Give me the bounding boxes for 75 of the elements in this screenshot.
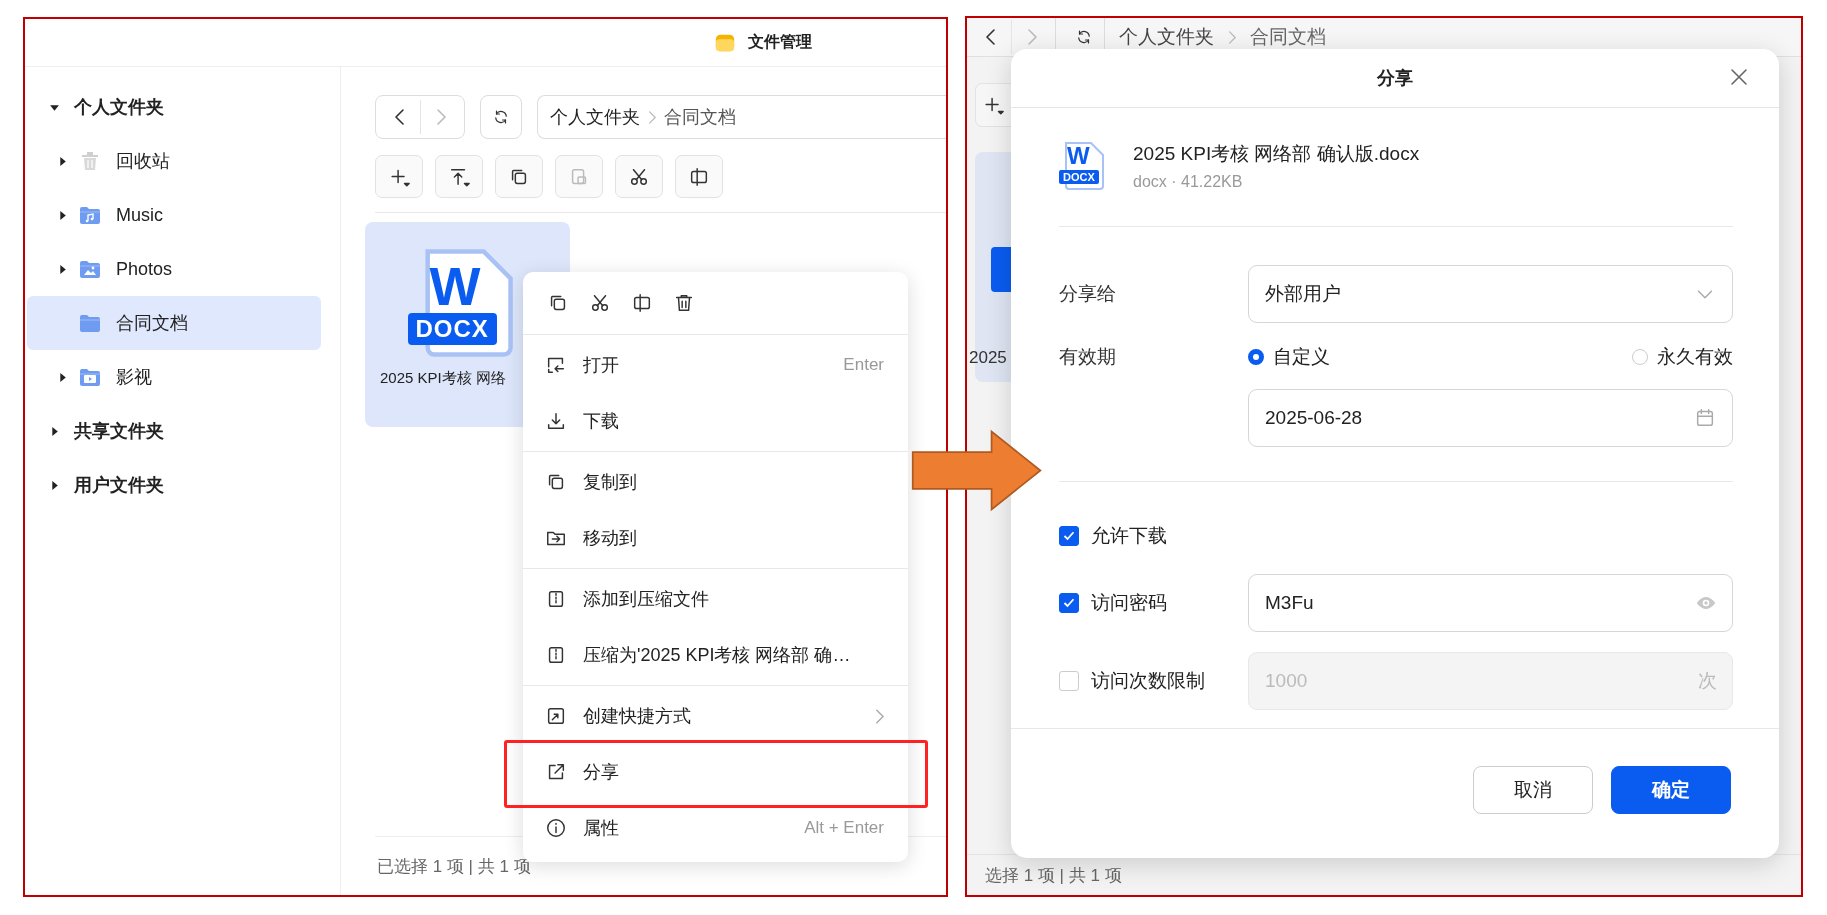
password-field[interactable]: M3Fu bbox=[1248, 574, 1733, 632]
file-meta: docx · 41.22KB bbox=[1133, 173, 1244, 191]
menu-item[interactable]: 添加到压缩文件 bbox=[523, 571, 908, 627]
dialog-title: 分享 bbox=[1377, 67, 1413, 90]
radio-option[interactable]: 永久有效 bbox=[1632, 344, 1733, 370]
menu-item[interactable]: 属性 Alt + Enter bbox=[523, 800, 908, 856]
breadcrumb-item[interactable]: 个人文件夹 bbox=[550, 105, 640, 129]
sidebar-item[interactable]: Photos bbox=[27, 242, 321, 296]
upload-button[interactable] bbox=[435, 155, 483, 198]
checkbox-label: 访问密码 bbox=[1091, 591, 1167, 615]
menu-item[interactable]: 移动到 bbox=[523, 510, 908, 566]
expand-caret-icon[interactable] bbox=[49, 479, 60, 491]
file-type-letter: W bbox=[1067, 144, 1090, 168]
cut-button[interactable] bbox=[615, 155, 663, 198]
copy-button[interactable] bbox=[495, 155, 543, 198]
file-type-letter: W bbox=[429, 259, 481, 313]
sidebar-group[interactable]: 用户文件夹 bbox=[27, 458, 321, 512]
sidebar-group[interactable]: 个人文件夹 bbox=[27, 80, 321, 134]
shortcut-icon bbox=[545, 705, 567, 727]
confirm-button[interactable]: 确定 bbox=[1611, 766, 1731, 814]
move-icon bbox=[688, 165, 710, 188]
sidebar-item[interactable]: 影视 bbox=[27, 350, 321, 404]
refresh-icon bbox=[1075, 28, 1093, 46]
file-name: 2025 KPI考核 网络 bbox=[379, 369, 506, 388]
expand-caret-icon[interactable] bbox=[57, 155, 68, 167]
expand-caret-icon[interactable] bbox=[49, 425, 60, 437]
share-target-dropdown[interactable]: 外部用户 bbox=[1248, 265, 1733, 323]
chevron-right-icon bbox=[648, 110, 656, 124]
radio-label: 自定义 bbox=[1273, 345, 1330, 369]
menu-item[interactable]: 创建快捷方式 bbox=[523, 688, 908, 744]
sidebar-item[interactable]: 合同文档 bbox=[27, 296, 321, 350]
radio-option[interactable]: 自定义 bbox=[1248, 344, 1330, 370]
shortcut-text: Alt + Enter bbox=[804, 818, 884, 838]
sidebar-item[interactable]: 回收站 bbox=[27, 134, 321, 188]
field-label: 有效期 bbox=[1059, 345, 1117, 369]
expand-caret-icon[interactable] bbox=[57, 263, 68, 275]
status-text: 已选择 1 项 | 共 1 项 bbox=[377, 855, 531, 878]
menu-item[interactable]: 分享 bbox=[523, 744, 908, 800]
radio-label: 永久有效 bbox=[1657, 345, 1733, 369]
menu-item[interactable]: 压缩为'2025 KPI考核 网络部 确… bbox=[523, 627, 908, 683]
cancel-button[interactable]: 取消 bbox=[1473, 766, 1593, 814]
menu-item[interactable]: 复制到 bbox=[523, 454, 908, 510]
file-type-badge: DOCX bbox=[407, 313, 497, 346]
file-type-badge: DOCX bbox=[1059, 170, 1099, 185]
scissors-icon bbox=[589, 292, 611, 314]
submenu-chevron-icon bbox=[875, 708, 884, 724]
calendar-icon bbox=[1694, 407, 1716, 429]
refresh-icon bbox=[492, 108, 510, 126]
breadcrumb-item[interactable]: 个人文件夹 bbox=[1119, 24, 1214, 50]
sidebar-group[interactable]: 共享文件夹 bbox=[27, 404, 321, 458]
move-icon bbox=[631, 292, 653, 314]
checkbox[interactable] bbox=[1059, 526, 1079, 546]
unit-label: 次 bbox=[1698, 669, 1717, 693]
expand-caret-icon[interactable] bbox=[57, 371, 68, 383]
checkbox-label: 访问次数限制 bbox=[1091, 669, 1205, 693]
date-field[interactable]: 2025-06-28 bbox=[1248, 389, 1733, 447]
checkbox-label: 允许下载 bbox=[1091, 524, 1167, 548]
window-title: 文件管理 bbox=[748, 32, 812, 52]
download-icon bbox=[545, 410, 567, 432]
file-name: 2025 bbox=[969, 348, 1007, 368]
trash-icon bbox=[673, 292, 695, 314]
breadcrumb-item[interactable]: 合同文档 bbox=[664, 105, 736, 129]
new-button[interactable] bbox=[375, 155, 423, 198]
status-text: 选择 1 项 | 共 1 项 bbox=[985, 864, 1122, 887]
breadcrumb-item[interactable]: 合同文档 bbox=[1250, 24, 1326, 50]
file-name: 2025 KPI考核 网络部 确认版.docx bbox=[1133, 142, 1420, 166]
expand-caret-icon[interactable] bbox=[57, 209, 68, 221]
sidebar-item[interactable]: Music bbox=[27, 188, 321, 242]
chevron-right-icon bbox=[1228, 30, 1236, 44]
radio-button[interactable] bbox=[1248, 349, 1264, 365]
field-label: 分享给 bbox=[1059, 282, 1117, 306]
info-icon bbox=[545, 817, 567, 839]
move-button[interactable] bbox=[675, 155, 723, 198]
shortcut-text: Enter bbox=[843, 355, 884, 375]
checkbox[interactable] bbox=[1059, 593, 1079, 613]
